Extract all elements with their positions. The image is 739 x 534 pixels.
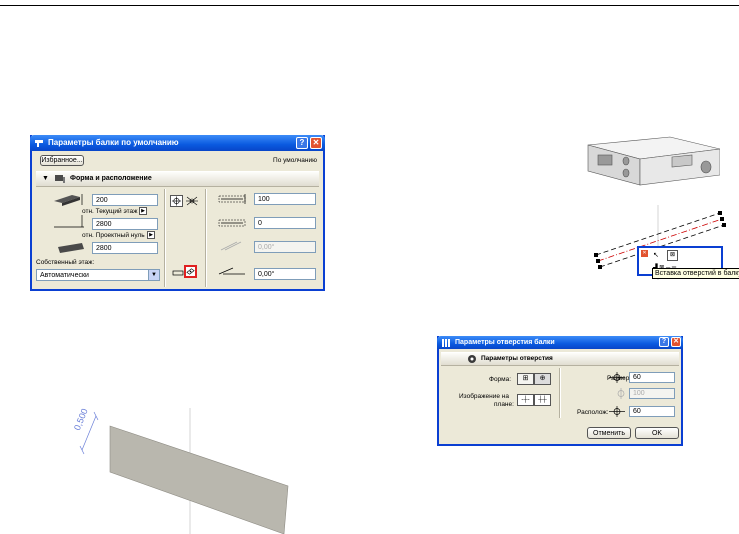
hole-settings-dialog: Параметры отверстия балки ? ✕ Параметры …: [437, 336, 683, 446]
default-label: По умолчанию: [273, 157, 317, 164]
angle-icon: [218, 267, 245, 275]
beam-dialog-title: Параметры балки по умолчанию: [48, 138, 179, 147]
beam-3d-with-holes: [587, 136, 720, 186]
angle-field[interactable]: 0,00°: [254, 268, 316, 280]
palette-tool-icon[interactable]: ↖: [653, 251, 659, 259]
size2-icon: [617, 388, 625, 399]
anchor-pattern-icon[interactable]: [185, 195, 199, 207]
home-story-select[interactable]: Автоматически ▼: [36, 269, 160, 281]
sloped-plane-view: [79, 408, 289, 534]
hole-help-button[interactable]: ?: [659, 337, 669, 347]
bottom-field[interactable]: 2800: [92, 242, 158, 254]
column-divider-2: [205, 189, 207, 287]
hole-divider: [559, 368, 561, 418]
beam-plan-icon[interactable]: [172, 268, 184, 278]
plan-label-1: Изображение на: [459, 393, 509, 400]
hole-section-title: Параметры отверстия: [481, 355, 553, 362]
hole-section-icon: [468, 355, 476, 363]
home-story-value: Автоматически: [40, 272, 89, 279]
help-button[interactable]: ?: [296, 137, 308, 149]
height-field[interactable]: 200: [92, 194, 158, 206]
top-rule: [0, 5, 739, 6]
offset-field[interactable]: 0: [254, 217, 316, 229]
slant-icon: [220, 241, 242, 251]
plan-dashed-option[interactable]: -┼-: [517, 394, 534, 406]
slant-field: 0,00°: [254, 241, 316, 253]
position-crosshair-icon: [609, 406, 625, 417]
beam-height-icon: [54, 194, 83, 206]
close-button[interactable]: ✕: [310, 137, 322, 149]
ok-button[interactable]: OK: [635, 427, 679, 439]
offset-icon: [218, 219, 246, 227]
collapse-triangle-icon[interactable]: ▼: [42, 172, 49, 186]
second-size-field: 100: [629, 388, 675, 399]
beam-app-icon: [35, 140, 43, 147]
chevron-down-icon[interactable]: ▼: [148, 270, 159, 280]
beam-dialog-titlebar[interactable]: Параметры балки по умолчанию ? ✕: [30, 135, 325, 151]
home-story-label: Собственный этаж:: [36, 259, 95, 266]
shape-circle-option[interactable]: ⊕: [534, 373, 551, 385]
bottom-ref-arrow-button[interactable]: ▶: [147, 231, 155, 239]
section-shape-position[interactable]: ▼ Форма и расположение: [36, 171, 319, 187]
size-field[interactable]: 60: [629, 372, 675, 383]
plan-solid-option[interactable]: ┼┼: [534, 394, 551, 406]
hole-dialog-title: Параметры отверстия балки: [455, 339, 555, 346]
top-ref-arrow-button[interactable]: ▶: [139, 207, 147, 215]
beam-section-icon: [55, 175, 65, 183]
top-offset-field[interactable]: 2800: [92, 218, 158, 230]
hole-app-icon: [442, 339, 450, 347]
size-crosshair-icon: [609, 372, 625, 383]
cancel-button[interactable]: Отменить: [587, 427, 631, 439]
top-ref-label: отн. Текущий этаж: [82, 208, 138, 215]
hole-insert-icon[interactable]: [184, 265, 197, 278]
shape-label: Форма:: [489, 376, 512, 383]
shape-rect-option[interactable]: ⊞: [517, 373, 534, 385]
tooltip: Вставка отверстий в балку: [652, 268, 739, 279]
section-title: Форма и расположение: [70, 175, 152, 182]
position-field[interactable]: 60: [629, 406, 675, 417]
hole-close-button[interactable]: ✕: [671, 337, 681, 347]
width-icon: [218, 194, 246, 204]
favorites-button[interactable]: Избранное...: [40, 155, 84, 166]
palette-hole-tool-icon[interactable]: ⊠: [667, 250, 678, 261]
anchor-center-icon[interactable]: [170, 195, 183, 207]
palette-close-icon[interactable]: ✕: [641, 250, 648, 257]
position-label: Располож:: [577, 409, 609, 416]
column-divider-1: [164, 189, 166, 287]
hole-section: Параметры отверстия: [441, 352, 679, 366]
bottom-ref-label: отн. Проектный нуль: [82, 232, 145, 239]
plan-label-2: плане:: [494, 401, 514, 408]
top-offset-icon: [54, 215, 84, 228]
beam-settings-dialog: Параметры балки по умолчанию ? ✕ Избранн…: [30, 135, 325, 291]
hole-dialog-titlebar[interactable]: Параметры отверстия балки ? ✕: [437, 336, 683, 349]
bottom-level-icon: [58, 243, 84, 253]
width-field[interactable]: 100: [254, 193, 316, 205]
